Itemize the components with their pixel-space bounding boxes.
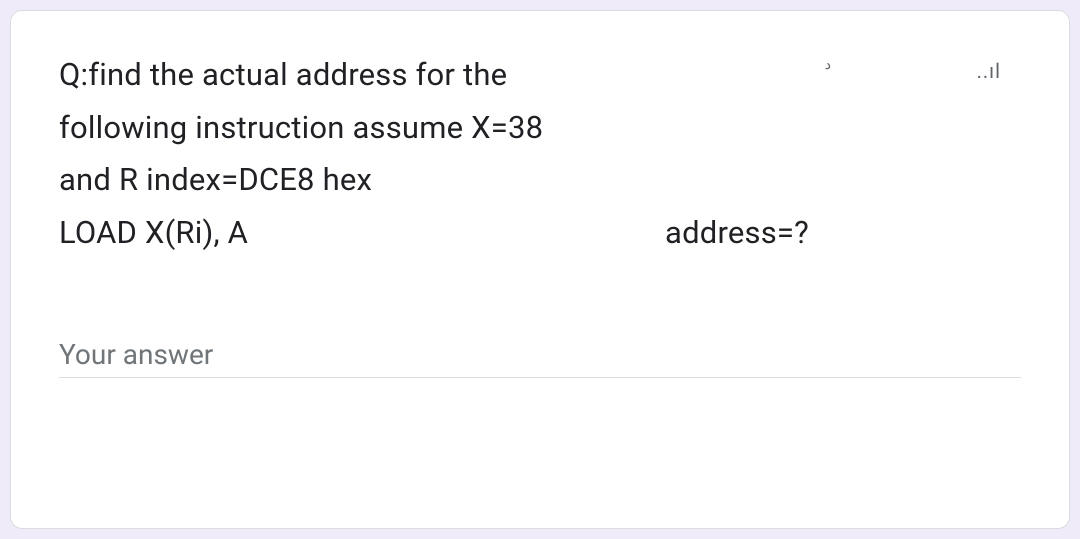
question-line-2: following instruction assume X=38 <box>59 102 739 155</box>
question-container: ﺩ ..ıl Q:find the actual address for the… <box>59 49 1021 260</box>
question-line-3: and R index=DCE8 hex <box>59 154 739 207</box>
annotation-mark-top-right: ..ıl <box>977 59 1001 83</box>
question-card: ﺩ ..ıl Q:find the actual address for the… <box>10 10 1070 529</box>
question-line-4-right: address=? <box>665 207 849 260</box>
answer-input[interactable] <box>59 332 1021 378</box>
question-line-1: Q:find the actual address for the <box>59 49 739 102</box>
annotation-mark-small: ﺩ <box>825 57 831 73</box>
answer-wrapper <box>59 332 1021 378</box>
question-line-4-left: LOAD X(Ri), A <box>59 207 248 260</box>
question-line-4: LOAD X(Ri), A address=? <box>59 207 849 260</box>
